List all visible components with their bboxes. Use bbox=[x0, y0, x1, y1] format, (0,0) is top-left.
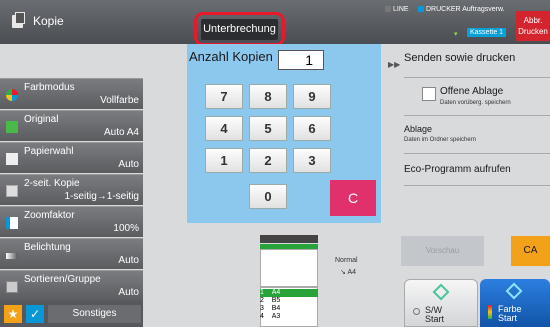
color-mode-icon bbox=[6, 89, 18, 101]
original-icon bbox=[6, 121, 18, 133]
bw-start-button[interactable]: S/W Start bbox=[404, 279, 478, 327]
start-diamond-icon bbox=[505, 282, 523, 300]
eco-program-button[interactable]: Eco-Programm aufrufen bbox=[404, 158, 550, 186]
clear-button[interactable]: C bbox=[330, 180, 376, 216]
color-start-button[interactable]: Farbe Start bbox=[480, 279, 550, 327]
cassette-badge: Kassette 1 bbox=[467, 28, 507, 37]
key-5[interactable]: 5 bbox=[249, 116, 287, 141]
copy-count-display[interactable]: 1 bbox=[278, 50, 324, 70]
sort-group-icon bbox=[6, 281, 18, 293]
send-and-print-button[interactable]: Senden sowie drucken bbox=[404, 52, 550, 78]
arrow-indicator-icon: ▾ bbox=[454, 31, 458, 38]
key-0[interactable]: 0 bbox=[249, 184, 287, 209]
tray-row[interactable]: 1 A4 bbox=[260, 289, 318, 297]
mode-title-label: Kopie bbox=[33, 14, 64, 28]
tray-row[interactable]: 3 B4 bbox=[260, 305, 318, 313]
duplex-icon bbox=[6, 185, 18, 197]
output-mode-label: Normal bbox=[335, 257, 358, 264]
key-3[interactable]: 3 bbox=[293, 148, 331, 173]
color-mode-button[interactable]: Farbmodus Vollfarbe bbox=[0, 78, 143, 109]
store-button[interactable]: Ablage Daten im Ordner speichern bbox=[404, 120, 550, 154]
expand-arrow-icon[interactable]: ▶▶ bbox=[388, 60, 400, 69]
key-9[interactable]: 9 bbox=[293, 84, 331, 109]
exposure-button[interactable]: Belichtung Auto bbox=[0, 238, 143, 269]
check-icon[interactable]: ✓ bbox=[26, 305, 44, 323]
jobs-label[interactable]: Auftragsverw. bbox=[462, 6, 504, 13]
zoom-icon bbox=[6, 217, 18, 229]
paper-select-button[interactable]: Papierwahl Auto bbox=[0, 142, 143, 173]
sort-group-button[interactable]: Sortieren/Gruppe Auto bbox=[0, 270, 143, 301]
mode-title: Kopie bbox=[12, 11, 64, 28]
interrupt-button[interactable]: Unterbrechung bbox=[201, 19, 278, 40]
copy-count-keypad: Anzahl Kopien 1 7 8 9 4 5 6 1 2 3 0 C bbox=[187, 44, 381, 223]
exposure-icon bbox=[6, 253, 18, 259]
tray-row[interactable]: 2 B5 bbox=[260, 297, 318, 305]
right-panel: ▶▶ Senden sowie drucken Offene Ablage Da… bbox=[384, 44, 550, 223]
line-status: LINE bbox=[385, 6, 409, 13]
original-button[interactable]: Original Auto A4 bbox=[0, 110, 143, 141]
tray-list: 1 A4 2 B5 3 B4 4 A3 bbox=[260, 289, 318, 321]
abort-print-button[interactable]: Abbr. Drucken bbox=[516, 11, 550, 41]
key-1[interactable]: 1 bbox=[205, 148, 243, 173]
paper-select-icon bbox=[6, 153, 18, 165]
interrupt-highlight: Unterbrechung bbox=[194, 12, 285, 46]
favorite-star-icon[interactable]: ★ bbox=[4, 305, 22, 323]
preview-button[interactable]: Vorschau bbox=[401, 236, 484, 266]
key-8[interactable]: 8 bbox=[249, 84, 287, 109]
other-button[interactable]: Sonstiges bbox=[48, 305, 141, 323]
printer-status: DRUCKER Auftragsverw. bbox=[418, 6, 505, 13]
key-6[interactable]: 6 bbox=[293, 116, 331, 141]
checkbox-icon[interactable] bbox=[422, 87, 436, 101]
key-4[interactable]: 4 bbox=[205, 116, 243, 141]
start-diamond-icon bbox=[432, 283, 450, 301]
bottom-bar: ★ ✓ Sonstiges bbox=[0, 301, 143, 327]
tray-row[interactable]: 4 A3 bbox=[260, 313, 318, 321]
key-2[interactable]: 2 bbox=[249, 148, 287, 173]
zoom-button[interactable]: Zoomfaktor 100% bbox=[0, 206, 143, 237]
copy-count-label: Anzahl Kopien bbox=[189, 49, 273, 64]
copy-icon bbox=[12, 11, 25, 28]
output-tray-icon bbox=[260, 235, 318, 243]
paper-size-label: ↘ A4 bbox=[340, 269, 356, 276]
offline-storage-button[interactable]: Offene Ablage Daten vorüberg. speichern bbox=[404, 82, 550, 116]
machine-preview: 1 A4 2 B5 3 B4 4 A3 bbox=[258, 235, 320, 327]
duplex-copy-button[interactable]: 2-seit. Kopie 1-seitig→1-seitig bbox=[0, 174, 143, 205]
clear-all-button[interactable]: CA bbox=[511, 236, 550, 266]
key-7[interactable]: 7 bbox=[205, 84, 243, 109]
